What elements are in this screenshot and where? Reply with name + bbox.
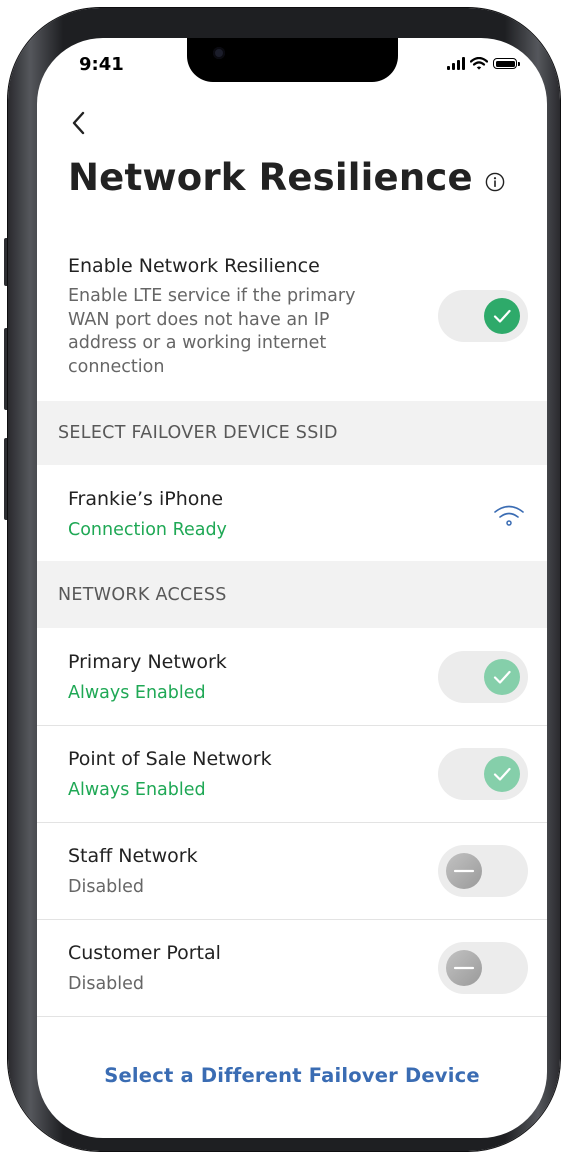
notch <box>187 38 398 82</box>
network-status: Disabled <box>68 974 145 994</box>
cellular-signal-icon <box>447 57 465 70</box>
network-status: Always Enabled <box>68 683 206 703</box>
network-access-section-header: NETWORK ACCESS <box>37 561 547 628</box>
wifi-icon <box>494 505 524 526</box>
check-icon <box>493 767 511 781</box>
check-icon <box>493 309 511 323</box>
status-icons <box>447 57 520 70</box>
wifi-status-icon <box>470 57 488 70</box>
primary-network-toggle[interactable] <box>438 651 528 703</box>
toggle-knob <box>484 298 520 334</box>
battery-icon <box>493 58 520 69</box>
toggle-knob <box>446 950 482 986</box>
network-row-primary: Primary Network Always Enabled <box>37 628 547 725</box>
network-label: Point of Sale Network <box>68 748 272 770</box>
network-status: Always Enabled <box>68 780 206 800</box>
select-different-failover-device-link[interactable]: Select a Different Failover Device <box>37 1064 547 1087</box>
resilience-toggle[interactable] <box>438 290 528 342</box>
status-time: 9:41 <box>79 54 124 75</box>
staff-network-toggle[interactable] <box>438 845 528 897</box>
divider <box>37 1016 547 1017</box>
check-icon <box>493 670 511 684</box>
front-camera <box>213 47 225 59</box>
failover-device-row[interactable]: Frankie’s iPhone Connection Ready <box>37 465 547 561</box>
customer-portal-toggle[interactable] <box>438 942 528 994</box>
failover-section-header: SELECT FAILOVER DEVICE SSID <box>37 401 547 465</box>
network-label: Primary Network <box>68 651 227 673</box>
network-label: Staff Network <box>68 845 198 867</box>
network-access-heading: NETWORK ACCESS <box>58 584 227 605</box>
toggle-knob <box>484 756 520 792</box>
point-of-sale-toggle[interactable] <box>438 748 528 800</box>
page-title: Network Resilience <box>68 156 473 199</box>
info-icon[interactable] <box>485 172 505 192</box>
network-row-point-of-sale: Point of Sale Network Always Enabled <box>37 726 547 822</box>
network-row-customer-portal: Customer Portal Disabled <box>37 920 547 1016</box>
toggle-knob <box>446 853 482 889</box>
page-header: Network Resilience <box>68 156 505 199</box>
minus-icon <box>453 966 475 970</box>
minus-icon <box>453 869 475 873</box>
back-chevron-icon[interactable] <box>68 110 90 136</box>
phone-screen: 9:41 Network Resilience Enable Network R… <box>37 38 547 1138</box>
network-label: Customer Portal <box>68 942 221 964</box>
device-name: Frankie’s iPhone <box>68 488 224 510</box>
resilience-label: Enable Network Resilience <box>68 255 320 277</box>
device-status: Connection Ready <box>68 520 227 540</box>
network-row-staff: Staff Network Disabled <box>37 823 547 919</box>
failover-section-heading: SELECT FAILOVER DEVICE SSID <box>58 423 338 443</box>
network-status: Disabled <box>68 877 145 897</box>
resilience-description: Enable LTE service if the primary WAN po… <box>68 286 356 377</box>
toggle-knob <box>484 659 520 695</box>
